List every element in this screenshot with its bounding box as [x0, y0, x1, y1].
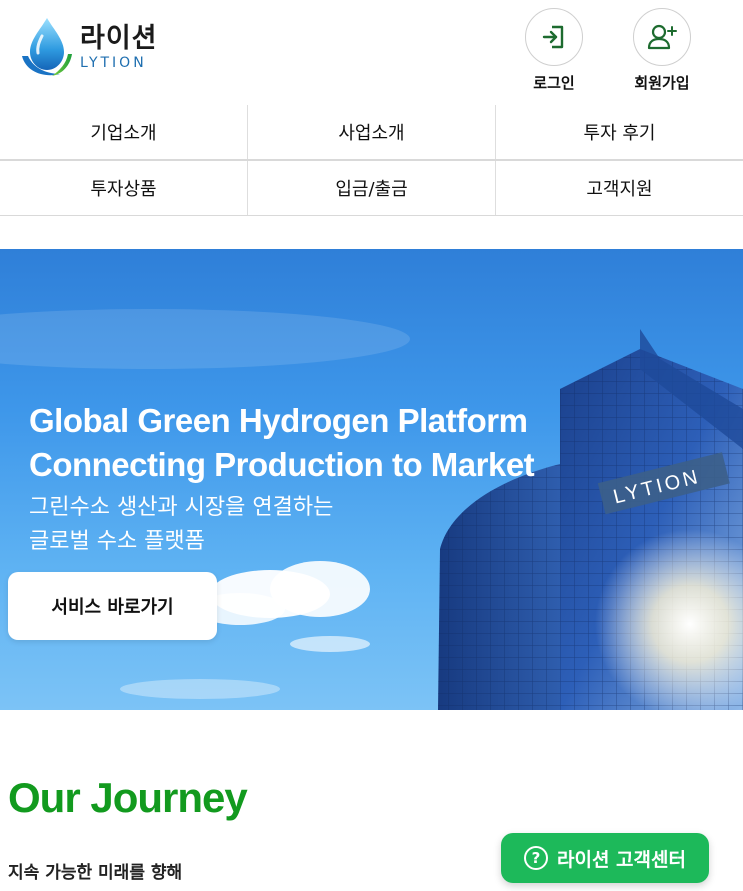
login-icon	[542, 25, 564, 49]
signup-label: 회원가입	[634, 74, 690, 92]
nav-item-business[interactable]: 사업소개	[248, 105, 496, 159]
site-logo[interactable]: 라이션 LYTION	[20, 16, 158, 78]
customer-center-label: 라이션 고객센터	[557, 848, 686, 871]
hero-title: Global Green Hydrogen Platform Connectin…	[29, 399, 535, 487]
customer-center-button[interactable]: ? 라이션 고객센터	[501, 833, 709, 883]
question-icon: ?	[524, 846, 548, 870]
signup-button[interactable]: 회원가입	[622, 8, 702, 93]
login-label: 로그인	[533, 74, 575, 92]
nav-row-1: 기업소개 사업소개 투자 후기	[0, 105, 743, 161]
journey-subtitle: 지속 가능한 미래를 향해	[8, 863, 183, 883]
nav-row-2: 투자상품 입금/출금 고객지원	[0, 161, 743, 216]
main-nav: 기업소개 사업소개 투자 후기 투자상품 입금/출금 고객지원	[0, 105, 743, 216]
hero-subtitle-line-2: 글로벌 수소 플랫폼	[29, 529, 205, 554]
nav-item-company[interactable]: 기업소개	[0, 105, 248, 159]
water-drop-logo-icon	[22, 18, 72, 76]
hero-title-line-1: Global Green Hydrogen Platform	[29, 402, 528, 439]
nav-item-support[interactable]: 고객지원	[496, 161, 743, 215]
nav-item-deposit-withdraw[interactable]: 입금/출금	[248, 161, 496, 215]
hero-subtitle-line-1: 그린수소 생산과 시장을 연결하는	[29, 495, 334, 520]
logo-korean-text: 라이션	[80, 22, 158, 54]
nav-item-products[interactable]: 투자상품	[0, 161, 248, 215]
nav-item-reviews[interactable]: 투자 후기	[496, 105, 743, 159]
hero-subtitle: 그린수소 생산과 시장을 연결하는 글로벌 수소 플랫폼	[29, 491, 333, 559]
service-shortcut-button[interactable]: 서비스 바로가기	[8, 572, 217, 640]
site-header: 라이션 LYTION 로그인 회원가입	[0, 0, 743, 105]
hero-banner: LYTION Global Green Hydrogen Platform Co…	[0, 249, 743, 710]
journey-title: Our Journey	[8, 774, 248, 821]
logo-english-text: LYTION	[80, 54, 147, 71]
login-button[interactable]: 로그인	[514, 8, 594, 93]
add-user-icon	[647, 24, 677, 50]
hero-title-line-2: Connecting Production to Market	[29, 446, 535, 483]
